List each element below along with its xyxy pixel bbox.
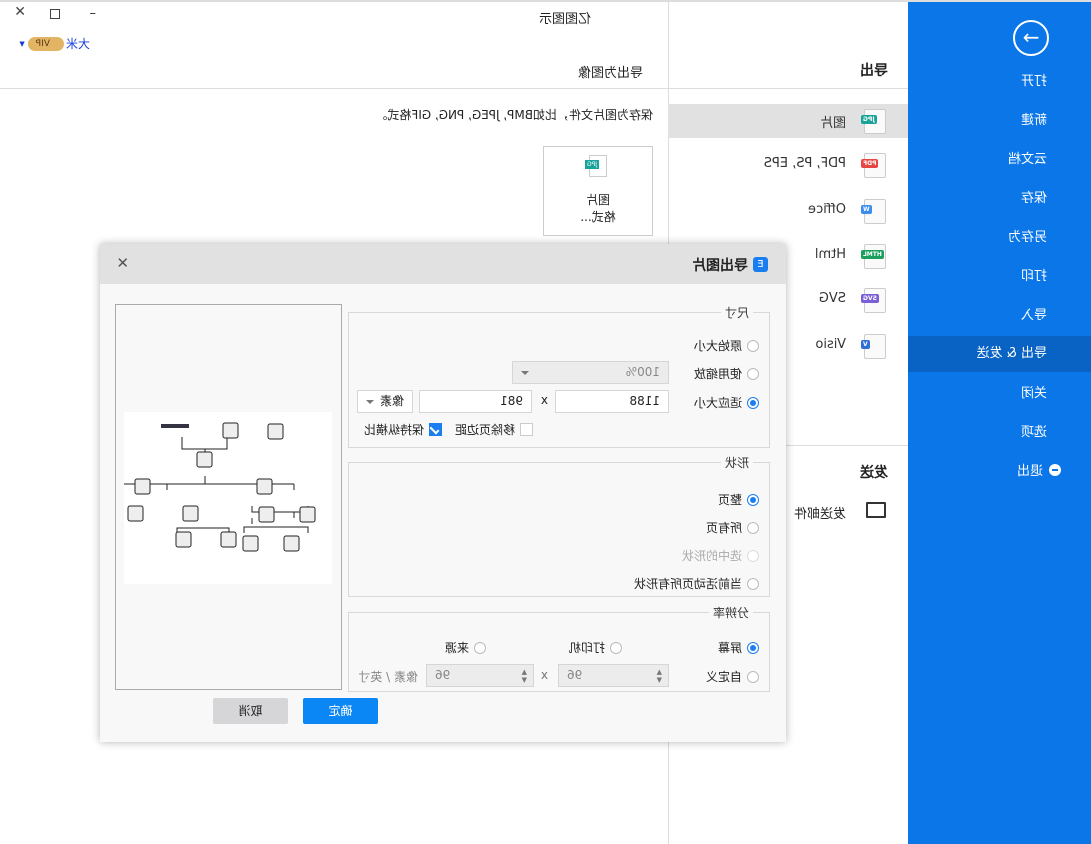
- user-account[interactable]: 大米 VIP ▼: [19, 35, 90, 52]
- html-file-icon: HTML: [861, 244, 886, 269]
- send-heading: 发送: [860, 465, 888, 481]
- radio-original-size[interactable]: 原始大小: [694, 337, 759, 354]
- sidebar-item-exit[interactable]: 退出: [908, 454, 1091, 490]
- times-label: x: [540, 393, 548, 407]
- format-label: Visio: [815, 337, 846, 352]
- sidebar-item-new[interactable]: 新建: [908, 103, 1091, 139]
- radio-active-page-shapes[interactable]: 当前活动页所有形状: [634, 575, 759, 592]
- dialog-title: 导出图片: [692, 258, 748, 274]
- format-label: PDF, PS, EPS: [763, 156, 846, 171]
- card-line1: 图片: [586, 193, 611, 207]
- content-description: 保存为图片文件，比如BMP, JPEG, PNG, GIF格式。: [375, 108, 653, 122]
- format-label: 图片: [819, 116, 846, 131]
- preview-diagram: [124, 412, 332, 584]
- dialog-header: E 导出图片 ✕: [100, 244, 786, 284]
- dpi-unit-label: 像素 / 英寸: [358, 670, 418, 684]
- export-image-dialog: E 导出图片 ✕ 尺寸 原始大小 使用缩放 100% 适应大小 1188 x 9…: [100, 244, 786, 742]
- radio-printer[interactable]: 打印机: [569, 639, 622, 656]
- svg-file-icon: SVG: [861, 288, 886, 313]
- sidebar-item-cloud[interactable]: 云文档: [908, 142, 1091, 178]
- sidebar-item-save[interactable]: 保存: [908, 181, 1091, 217]
- export-heading: 导出: [860, 63, 888, 79]
- jpg-file-icon: JPG: [861, 109, 886, 134]
- sidebar-item-open[interactable]: 打开: [908, 64, 1091, 100]
- sidebar-item-export-send[interactable]: 导出 & 发送: [908, 336, 1091, 372]
- format-office[interactable]: W Office: [668, 194, 908, 228]
- mail-icon: [866, 502, 886, 518]
- shape-legend: 形状: [724, 456, 749, 470]
- dropdown-caret-icon: ▼: [19, 39, 25, 48]
- card-line2: 格式...: [580, 210, 616, 224]
- image-format-card[interactable]: JPG 图片 格式...: [543, 146, 653, 236]
- exit-icon: [1049, 464, 1061, 476]
- dpi-y-spinner[interactable]: ▲ ▼ 96: [426, 664, 534, 687]
- radio-use-scale[interactable]: 使用缩放: [694, 365, 759, 382]
- times-label: x: [540, 668, 548, 682]
- format-pdf[interactable]: PDF PDF, PS, EPS: [668, 148, 908, 182]
- content-title: 导出为图像: [577, 66, 643, 81]
- size-group: 尺寸 原始大小 使用缩放 100% 适应大小 1188 x 981 像素 移除页…: [348, 304, 770, 448]
- radio-source[interactable]: 来源: [445, 639, 486, 656]
- unit-select[interactable]: 像素: [357, 390, 413, 413]
- radio-selected-shapes[interactable]: 选中的形状: [682, 547, 759, 564]
- sidebar-item-options[interactable]: 选项: [908, 415, 1091, 451]
- dpi-x-spinner[interactable]: ▲ ▼ 96: [558, 664, 669, 687]
- sidebar-item-save-as[interactable]: 另存为: [908, 220, 1091, 256]
- resolution-legend: 分辨率: [712, 606, 749, 620]
- sidebar-item-import[interactable]: 导入: [908, 298, 1091, 334]
- send-mail-label: 发送邮件: [793, 507, 846, 522]
- format-image[interactable]: JPG 图片: [668, 104, 908, 138]
- resolution-group: 分辨率 屏幕 打印机 来源 自定义 ▲ ▼ 96 x ▲ ▼ 96 像素 / 英寸: [348, 604, 770, 692]
- dialog-close-button[interactable]: ✕: [116, 254, 129, 272]
- radio-fit-size[interactable]: 适应大小: [694, 394, 759, 411]
- scale-select[interactable]: 100%: [512, 361, 669, 384]
- radio-custom[interactable]: 自定义: [706, 668, 759, 685]
- app-title: 亿图图示: [538, 12, 591, 27]
- sidebar: → 打开 新建 云文档 保存 另存为 打印 导入 导出 & 发送 关闭 选项 退…: [908, 2, 1091, 844]
- radio-all-pages[interactable]: 所有页: [706, 519, 759, 536]
- app-window: → 打开 新建 云文档 保存 另存为 打印 导入 导出 & 发送 关闭 选项 退…: [0, 0, 1091, 844]
- pdf-file-icon: PDF: [861, 153, 886, 178]
- close-window-button[interactable]: ✕: [14, 4, 26, 20]
- back-arrow-icon[interactable]: →: [1013, 20, 1049, 56]
- format-label: Html: [814, 247, 846, 262]
- word-file-icon: W: [861, 199, 886, 224]
- remove-margin-checkbox[interactable]: 移除页边距: [455, 421, 533, 438]
- app-logo-icon: E: [753, 257, 768, 272]
- exit-label: 退出: [1016, 464, 1043, 479]
- height-input[interactable]: 981: [419, 390, 532, 413]
- size-legend: 尺寸: [724, 306, 749, 320]
- minimize-button[interactable]: –: [90, 6, 97, 21]
- radio-screen[interactable]: 屏幕: [718, 639, 759, 656]
- width-input[interactable]: 1188: [555, 390, 669, 413]
- sidebar-item-print[interactable]: 打印: [908, 259, 1091, 295]
- format-label: SVG: [818, 291, 846, 306]
- format-label: Office: [808, 202, 846, 217]
- maximize-button[interactable]: [50, 9, 60, 19]
- ok-button[interactable]: 确定: [303, 698, 378, 724]
- vip-badge: VIP: [27, 36, 64, 51]
- jpg-file-icon: JPG: [585, 155, 607, 177]
- keep-ratio-checkbox[interactable]: 保持纵横比: [364, 421, 442, 438]
- sidebar-item-close[interactable]: 关闭: [908, 376, 1091, 412]
- visio-file-icon: V: [861, 334, 886, 359]
- radio-whole-page[interactable]: 整页: [718, 491, 759, 508]
- user-name: 大米: [65, 37, 90, 51]
- shape-group: 形状 整页 所有页 选中的形状 当前活动页所有形状: [348, 454, 770, 597]
- preview-pane: [115, 304, 342, 690]
- cancel-button[interactable]: 取消: [213, 698, 288, 724]
